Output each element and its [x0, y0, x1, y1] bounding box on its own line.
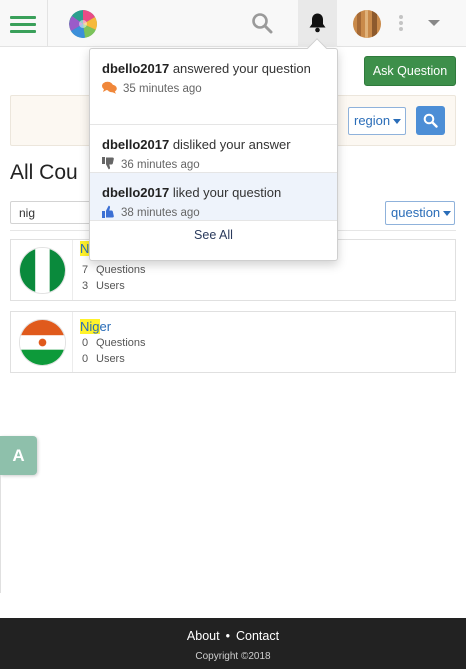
- nigeria-flag-icon: [19, 247, 66, 294]
- questions-label: Questions: [96, 264, 146, 276]
- country-card-niger[interactable]: Niger 0 Questions 0 Users: [10, 311, 456, 373]
- top-navbar: [0, 0, 466, 47]
- site-logo[interactable]: [69, 10, 97, 38]
- users-stat: 3 Users: [82, 280, 125, 292]
- hamburger-menu-icon[interactable]: [10, 14, 36, 34]
- questions-count: 7: [82, 264, 89, 276]
- notification-text: dbello2017 answered your question: [102, 58, 325, 79]
- divider: [0, 475, 1, 593]
- users-label: Users: [96, 280, 125, 292]
- niger-flag-icon: [19, 319, 66, 366]
- search-icon[interactable]: [250, 11, 274, 35]
- about-link[interactable]: About: [187, 629, 220, 643]
- notification-time: 36 minutes ago: [121, 159, 200, 171]
- user-avatar[interactable]: [353, 10, 381, 38]
- divider: [72, 240, 73, 300]
- users-count: 0: [82, 353, 89, 365]
- page-title: All Cou: [10, 161, 78, 184]
- questions-stat: 0 Questions: [82, 337, 146, 349]
- notification-user: dbello2017: [102, 185, 170, 200]
- notification-action: answered your question: [169, 61, 311, 76]
- caret-down-icon: [443, 211, 452, 217]
- notification-meta: 36 minutes ago: [102, 157, 325, 171]
- notification-text: dbello2017 liked your question: [102, 182, 325, 203]
- contact-link[interactable]: Contact: [236, 629, 279, 643]
- notification-meta: 38 minutes ago: [102, 205, 325, 219]
- ask-question-button[interactable]: Ask Question: [364, 56, 456, 86]
- more-options-icon[interactable]: [398, 15, 404, 31]
- copyright-text: Copyright ©2018: [195, 651, 271, 662]
- region-search-button[interactable]: [416, 106, 445, 135]
- notification-time: 35 minutes ago: [123, 83, 202, 95]
- notification-item[interactable]: dbello2017 disliked your answer 36 minut…: [90, 125, 337, 173]
- caret-down-icon: [393, 119, 402, 125]
- notification-action: disliked your answer: [169, 137, 291, 152]
- divider: [72, 312, 73, 372]
- notification-meta: 35 minutes ago: [102, 81, 325, 95]
- notification-time: 38 minutes ago: [121, 207, 200, 219]
- users-label: Users: [96, 353, 125, 365]
- footer-separator: •: [225, 629, 230, 643]
- country-name-rest: er: [99, 319, 112, 334]
- search-icon: [423, 113, 438, 128]
- bell-icon: [309, 13, 326, 33]
- notifications-dropdown: dbello2017 answered your question 35 min…: [89, 48, 338, 261]
- footer-links: About • Contact: [0, 629, 466, 643]
- questions-count: 0: [82, 337, 89, 349]
- thumbs-down-icon: [102, 157, 114, 170]
- notification-user: dbello2017: [102, 137, 170, 152]
- notification-action: liked your question: [169, 185, 282, 200]
- comments-icon: [102, 81, 117, 94]
- region-select-label: region: [354, 113, 391, 128]
- notification-item[interactable]: dbello2017 answered your question 35 min…: [90, 49, 337, 125]
- country-name[interactable]: Niger: [80, 319, 111, 334]
- questions-stat: 7 Questions: [82, 264, 146, 276]
- search-highlight: Nig: [80, 319, 100, 334]
- side-tab-button[interactable]: A: [0, 436, 37, 475]
- footer: About • Contact Copyright ©2018: [0, 618, 466, 669]
- notification-text: dbello2017 disliked your answer: [102, 134, 325, 155]
- users-stat: 0 Users: [82, 353, 125, 365]
- see-all-link[interactable]: See All: [90, 228, 337, 242]
- thumbs-up-icon: [102, 205, 114, 218]
- notification-user: dbello2017: [102, 61, 170, 76]
- notification-item[interactable]: dbello2017 liked your question 38 minute…: [90, 173, 337, 221]
- region-select[interactable]: region: [348, 107, 406, 135]
- sort-type-label: question: [391, 205, 441, 220]
- sort-type-select[interactable]: question: [385, 201, 455, 225]
- caret-down-icon[interactable]: [428, 20, 440, 26]
- users-count: 3: [82, 280, 89, 292]
- divider: [47, 0, 48, 47]
- questions-label: Questions: [96, 337, 146, 349]
